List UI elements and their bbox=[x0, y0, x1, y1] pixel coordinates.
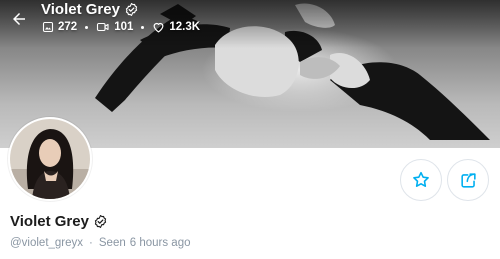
videos-stat: 101 bbox=[96, 21, 133, 33]
image-icon bbox=[42, 21, 54, 33]
video-icon bbox=[97, 22, 109, 32]
profile-name: Violet Grey bbox=[10, 213, 108, 230]
avatar[interactable] bbox=[8, 117, 92, 201]
heart-icon bbox=[153, 22, 164, 33]
likes-stat: 12.3K bbox=[152, 21, 200, 33]
share-icon bbox=[460, 172, 476, 188]
stat-separator bbox=[85, 25, 89, 29]
profile-page: Violet Grey 272 101 12.3K Violet Grey @v… bbox=[0, 0, 500, 259]
header-title: Violet Grey bbox=[41, 1, 139, 18]
header-title-text: Violet Grey bbox=[41, 1, 120, 18]
videos-count: 101 bbox=[114, 21, 134, 33]
header-stats: 272 101 12.3K bbox=[42, 21, 200, 33]
profile-name-text: Violet Grey bbox=[10, 213, 89, 230]
avatar-photo bbox=[10, 119, 90, 199]
back-button[interactable] bbox=[6, 6, 32, 32]
meta-separator: · bbox=[89, 237, 93, 249]
likes-count: 12.3K bbox=[169, 21, 201, 33]
profile-handle[interactable]: @violet_greyx bbox=[10, 237, 83, 249]
share-button[interactable] bbox=[447, 159, 489, 201]
stat-separator bbox=[141, 25, 145, 29]
photos-stat: 272 bbox=[42, 21, 77, 33]
photos-count: 272 bbox=[58, 21, 78, 33]
star-icon bbox=[413, 171, 429, 187]
last-seen-time: 6 hours ago bbox=[129, 237, 191, 249]
last-seen: Seen 6 hours ago bbox=[99, 237, 191, 249]
verified-badge-icon bbox=[94, 215, 107, 228]
arrow-left-icon bbox=[13, 13, 25, 25]
last-seen-label: Seen bbox=[98, 237, 126, 249]
favorite-button[interactable] bbox=[400, 159, 442, 201]
verified-badge-icon bbox=[125, 3, 138, 16]
profile-meta: @violet_greyx · Seen 6 hours ago bbox=[10, 237, 191, 249]
